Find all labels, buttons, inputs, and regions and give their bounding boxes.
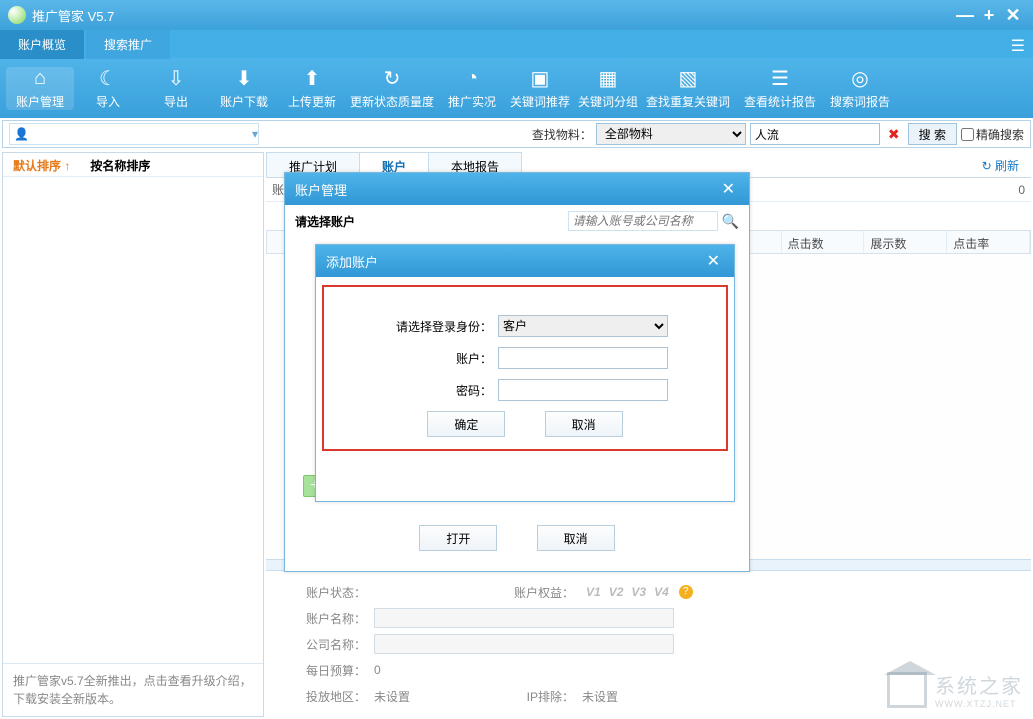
budget-label: 每日预算： (286, 662, 366, 679)
account-filter-dropdown-icon[interactable]: ▾ (252, 127, 258, 141)
col-impressions: 展示数 (864, 231, 947, 253)
status-label: 账户状态： (286, 584, 366, 601)
tab-search-promo[interactable]: 搜索推广 (86, 30, 170, 59)
dlg2-title: 添加账户 (326, 252, 703, 271)
equity-label: 账户权益： (494, 584, 574, 601)
tb-upload[interactable]: ⬆上传更新 (278, 67, 346, 110)
report-icon: ◎ (826, 67, 894, 91)
identity-select[interactable]: 客户 (498, 315, 668, 337)
clear-keyword-icon[interactable]: ✖ (888, 126, 900, 143)
tb-import[interactable]: ☾导入 (74, 67, 142, 110)
exclude-value: 未设置 (582, 688, 618, 705)
dlg1-hint: 请选择账户 (295, 213, 568, 230)
dlg1-close-icon[interactable]: ✕ (718, 179, 739, 199)
account-input[interactable] (498, 347, 668, 369)
hamburger-menu-icon[interactable]: ☰ (1011, 36, 1025, 56)
identity-label: 请选择登录身份： (382, 318, 492, 335)
password-input[interactable] (498, 379, 668, 401)
exclude-label: IP排除： (494, 688, 574, 705)
account-filter-input[interactable]: 👤 ▾ (9, 123, 259, 145)
close-button[interactable]: ✕ (1001, 5, 1025, 26)
upload-icon: ⬆ (278, 67, 346, 91)
clock-icon: ◔ (438, 67, 506, 91)
tb-keyword-group[interactable]: ▦关键词分组 (574, 67, 642, 110)
dlg1-search-input[interactable] (568, 211, 718, 231)
material-label: 查找物料： (532, 126, 592, 143)
refresh-button[interactable]: 刷新 (970, 152, 1031, 177)
title-bar: 推广管家 V5.7 — + ✕ (0, 0, 1033, 30)
group-icon: ▦ (574, 67, 642, 91)
password-label: 密码： (382, 382, 492, 399)
main-tabstrip: 账户概览 搜索推广 ☰ (0, 30, 1033, 58)
left-panel: 默认排序 按名称排序 推广管家v5.7全新推出，点击查看升级介绍，下载安装全新版… (2, 152, 264, 717)
region-value: 未设置 (374, 688, 494, 705)
dlg2-cancel-button[interactable]: 取消 (545, 411, 623, 437)
maximize-button[interactable]: + (977, 5, 1001, 26)
v2-badge: V2 (609, 585, 624, 599)
dlg1-open-button[interactable]: 打开 (419, 525, 497, 551)
export-icon: ⇩ (142, 67, 210, 91)
company-field[interactable] (374, 634, 674, 654)
sort-default[interactable]: 默认排序 (3, 153, 80, 176)
upgrade-notice[interactable]: 推广管家v5.7全新推出，点击查看升级介绍，下载安装全新版本。 (3, 663, 263, 716)
refresh-icon: ↻ (346, 67, 438, 91)
exact-search-checkbox[interactable]: 精确搜索 (961, 126, 1024, 143)
company-label: 公司名称： (286, 636, 366, 653)
tb-keyword-suggest[interactable]: ▣关键词推荐 (506, 67, 574, 110)
tb-account-manage[interactable]: ⌂账户管理 (6, 67, 74, 110)
tb-live[interactable]: ◔推广实况 (438, 67, 506, 110)
tb-stats-report[interactable]: ☰查看统计报告 (734, 67, 826, 110)
col-clicks: 点击数 (782, 231, 865, 253)
help-icon[interactable]: ? (679, 585, 693, 599)
tb-update-quality[interactable]: ↻更新状态质量度 (346, 67, 438, 110)
v1-badge: V1 (586, 585, 601, 599)
search-bar: 👤 ▾ 查找物料： 全部物料 ✖ 搜 索 精确搜索 (2, 120, 1031, 148)
tab-account-overview[interactable]: 账户概览 (0, 30, 84, 59)
material-select[interactable]: 全部物料 (596, 123, 746, 145)
v4-badge: V4 (654, 585, 669, 599)
name-label: 账户名称： (286, 610, 366, 627)
dlg2-highlight-box: 请选择登录身份： 客户 账户： 密码： 确定 取消 (322, 285, 728, 451)
account-label: 账户： (382, 350, 492, 367)
home-icon: ⌂ (6, 67, 74, 91)
suggest-icon: ▣ (506, 67, 574, 91)
v3-badge: V3 (631, 585, 646, 599)
dlg1-search-icon[interactable]: 🔍 (722, 213, 739, 230)
app-title: 推广管家 V5.7 (32, 6, 953, 25)
minimize-button[interactable]: — (953, 5, 977, 26)
download-icon: ⬇ (210, 67, 278, 91)
tb-search-report[interactable]: ◎搜索词报告 (826, 67, 894, 110)
keyword-input[interactable] (750, 123, 880, 145)
account-tree (3, 177, 263, 663)
sort-bar: 默认排序 按名称排序 (3, 153, 263, 177)
dlg2-close-icon[interactable]: ✕ (703, 251, 724, 271)
stats-icon: ☰ (734, 67, 826, 91)
tb-export[interactable]: ⇩导出 (142, 67, 210, 110)
dup-icon: ▧ (642, 67, 734, 91)
tb-dup-keyword[interactable]: ▧查找重复关键词 (642, 67, 734, 110)
budget-value: 0 (374, 663, 381, 677)
name-field[interactable] (374, 608, 674, 628)
dlg1-title: 账户管理 (295, 180, 718, 199)
dialog-add-account: 添加账户 ✕ 请选择登录身份： 客户 账户： 密码： 确定 取消 (315, 244, 735, 502)
dlg1-cancel-button[interactable]: 取消 (537, 525, 615, 551)
toolbar: ⌂账户管理 ☾导入 ⇩导出 ⬇账户下载 ⬆上传更新 ↻更新状态质量度 ◔推广实况… (0, 58, 1033, 118)
person-icon: 👤 (14, 127, 29, 141)
search-button[interactable]: 搜 索 (908, 123, 957, 145)
sort-by-name[interactable]: 按名称排序 (80, 153, 160, 176)
app-logo-icon (8, 6, 26, 24)
tb-download[interactable]: ⬇账户下载 (210, 67, 278, 110)
import-icon: ☾ (74, 67, 142, 91)
dlg2-ok-button[interactable]: 确定 (427, 411, 505, 437)
region-label: 投放地区： (286, 688, 366, 705)
col-hint: 账 (272, 181, 284, 198)
col-ctr: 点击率 (947, 231, 1030, 253)
account-info: 账户状态： 账户权益： V1 V2 V3 V4 ? 账户名称： 公司名称： 每日… (266, 571, 1031, 717)
count-value: 0 (1018, 183, 1025, 197)
